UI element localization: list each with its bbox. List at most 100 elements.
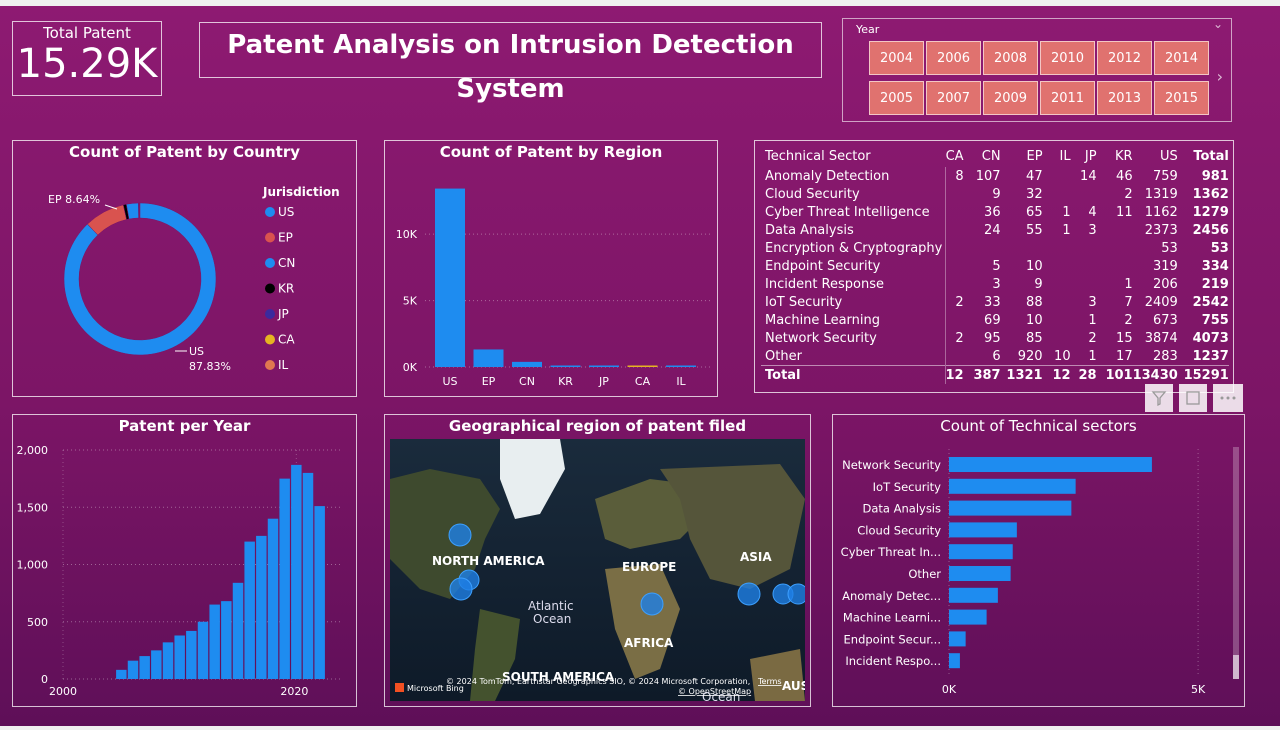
filter-icon[interactable]: [1145, 384, 1173, 412]
matrix-cell: 10: [1043, 347, 1071, 366]
year-bar-2022[interactable]: [314, 506, 324, 679]
y-tick-label: 5K: [403, 295, 418, 308]
map-bubble[interactable]: [641, 593, 663, 615]
legend-label[interactable]: CA: [278, 333, 295, 347]
chevron-right-icon[interactable]: ›: [1217, 67, 1223, 86]
sector-bar[interactable]: [949, 544, 1013, 559]
year-button-2008[interactable]: 2008: [983, 41, 1038, 75]
year-bar-2012[interactable]: [198, 622, 208, 679]
region-bar-cn[interactable]: [512, 362, 542, 367]
year-bar-2014[interactable]: [221, 601, 231, 679]
region-bar-il[interactable]: [666, 366, 696, 368]
terms-link[interactable]: Terms: [757, 677, 782, 686]
region-bar-ep[interactable]: [474, 349, 504, 367]
more-options-icon[interactable]: [1213, 384, 1243, 412]
year-button-2010[interactable]: 2010: [1040, 41, 1095, 75]
legend-label[interactable]: IL: [278, 358, 289, 372]
matrix-row[interactable]: Encryption & Cryptography5353: [761, 239, 1229, 257]
legend-label[interactable]: KR: [278, 282, 294, 296]
year-button-2004[interactable]: 2004: [869, 41, 924, 75]
matrix-row[interactable]: Data Analysis24551323732456: [761, 221, 1229, 239]
year-bar-2018[interactable]: [268, 519, 278, 679]
legend-label[interactable]: JP: [277, 307, 289, 321]
year-bar-2020[interactable]: [291, 465, 301, 679]
matrix-row[interactable]: Cloud Security932213191362: [761, 185, 1229, 203]
year-button-2013[interactable]: 2013: [1097, 81, 1152, 115]
sector-bar[interactable]: [949, 588, 998, 603]
region-bar-kr[interactable]: [551, 366, 581, 368]
matrix-header[interactable]: US: [1133, 145, 1178, 167]
matrix-header[interactable]: KR: [1097, 145, 1133, 167]
matrix-header[interactable]: JP: [1071, 145, 1097, 167]
year-button-2011[interactable]: 2011: [1040, 81, 1095, 115]
year-bar-2011[interactable]: [186, 631, 196, 679]
matrix-row[interactable]: Network Security2958521538744073: [761, 329, 1229, 347]
matrix-cell: 53: [1133, 239, 1178, 257]
matrix-cell: Data Analysis: [761, 221, 945, 239]
chevron-down-icon[interactable]: ⌄: [1213, 17, 1223, 31]
year-bar-2006[interactable]: [128, 661, 138, 679]
year-bar-2015[interactable]: [233, 583, 243, 679]
osm-link[interactable]: © OpenStreetMap: [678, 687, 751, 696]
matrix-row[interactable]: Endpoint Security510319334: [761, 257, 1229, 275]
year-bar-2013[interactable]: [209, 605, 219, 679]
region-bar-jp[interactable]: [589, 366, 619, 368]
sector-bar[interactable]: [949, 457, 1152, 472]
year-button-2014[interactable]: 2014: [1154, 41, 1209, 75]
matrix-row[interactable]: Cyber Threat Intelligence366514111162127…: [761, 203, 1229, 221]
matrix-header[interactable]: Total: [1178, 145, 1229, 167]
year-bar-2010[interactable]: [174, 635, 184, 679]
year-bar-2007[interactable]: [139, 656, 149, 679]
year-button-2012[interactable]: 2012: [1097, 41, 1152, 75]
year-bar-2017[interactable]: [256, 536, 266, 679]
year-bar-2021[interactable]: [303, 473, 313, 679]
sector-bar[interactable]: [949, 566, 1011, 581]
matrix-header[interactable]: IL: [1043, 145, 1071, 167]
matrix-row[interactable]: Machine Learning691012673755: [761, 311, 1229, 329]
sector-bar[interactable]: [949, 479, 1076, 494]
matrix-row[interactable]: Other6920101172831237: [761, 347, 1229, 366]
year-button-2015[interactable]: 2015: [1154, 81, 1209, 115]
map-bubble[interactable]: [788, 584, 805, 604]
year-bar-2009[interactable]: [163, 642, 173, 679]
legend-label[interactable]: EP: [278, 231, 293, 245]
year-bar-2019[interactable]: [279, 479, 289, 679]
matrix-row[interactable]: Anomaly Detection8107471446759981: [761, 167, 1229, 185]
scrollbar-track[interactable]: [1233, 447, 1239, 679]
sector-bar[interactable]: [949, 501, 1071, 516]
matrix-header[interactable]: CN: [964, 145, 1001, 167]
scrollbar-thumb[interactable]: [1233, 655, 1239, 679]
map-bubble[interactable]: [738, 583, 760, 605]
sector-bar[interactable]: [949, 610, 987, 625]
matrix-cell: 9: [964, 185, 1001, 203]
year-button-2007[interactable]: 2007: [926, 81, 981, 115]
matrix-cell: 4: [1071, 203, 1097, 221]
region-bar-us[interactable]: [435, 189, 465, 367]
legend-label[interactable]: US: [278, 205, 294, 219]
donut-slice-us[interactable]: [64, 203, 216, 355]
matrix-cell: 2: [1097, 311, 1133, 329]
matrix-header[interactable]: EP: [1001, 145, 1043, 167]
sector-bar[interactable]: [949, 631, 966, 646]
year-bar-2016[interactable]: [244, 542, 254, 679]
year-button-2006[interactable]: 2006: [926, 41, 981, 75]
year-bar-2008[interactable]: [151, 650, 161, 679]
matrix-total-row[interactable]: Total12387132112281011343015291: [761, 366, 1229, 385]
sector-bar[interactable]: [949, 522, 1017, 537]
matrix-header[interactable]: CA: [945, 145, 964, 167]
legend-label[interactable]: CN: [278, 256, 295, 270]
year-button-2005[interactable]: 2005: [869, 81, 924, 115]
sector-bar[interactable]: [949, 653, 960, 668]
year-bar-2005[interactable]: [116, 670, 126, 679]
matrix-header[interactable]: Technical Sector: [761, 145, 945, 167]
region-bar-ca[interactable]: [628, 366, 658, 368]
matrix-row[interactable]: Incident Response391206219: [761, 275, 1229, 293]
world-map[interactable]: NORTH AMERICA EUROPE ASIA AFRICA SOUTH A…: [390, 439, 805, 701]
matrix-cell: 206: [1133, 275, 1178, 293]
map-bubble[interactable]: [449, 524, 471, 546]
focus-mode-icon[interactable]: [1179, 384, 1207, 412]
year-button-2009[interactable]: 2009: [983, 81, 1038, 115]
map-bubble[interactable]: [450, 578, 472, 600]
matrix-cell: [945, 185, 964, 203]
matrix-row[interactable]: IoT Security233883724092542: [761, 293, 1229, 311]
